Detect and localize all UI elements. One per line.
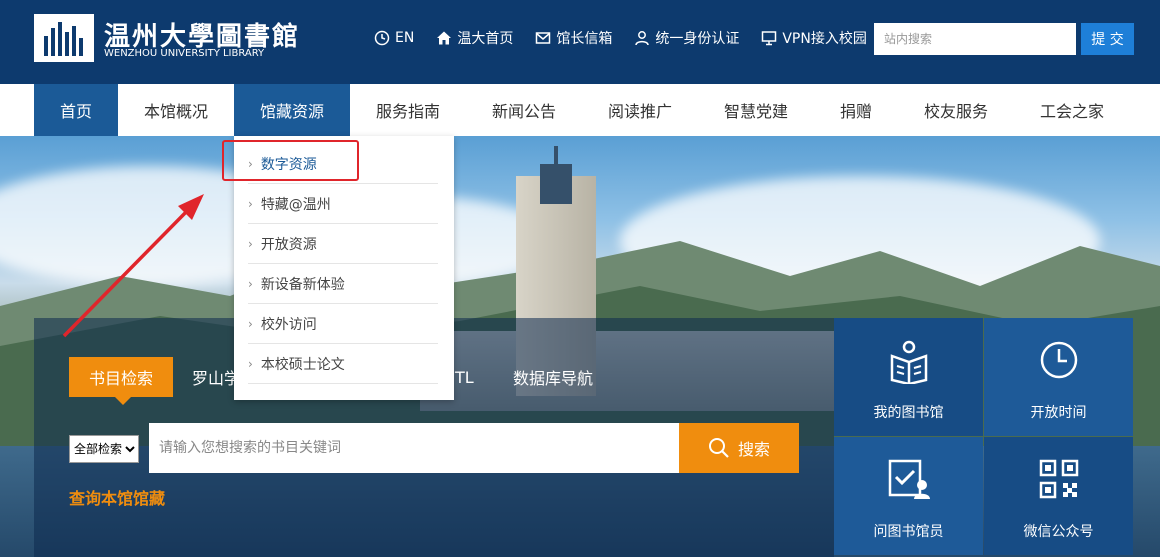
chevron-right-icon: › <box>248 236 253 251</box>
dropdown-item-label: 开放资源 <box>260 236 317 253</box>
tower-spire <box>554 146 558 168</box>
tile-label: 我的图书馆 <box>873 405 944 421</box>
tab-database-nav[interactable]: 数据库导航 <box>513 357 593 397</box>
tab-catalog-search[interactable]: 书目检索 <box>69 357 173 405</box>
catalog-keyword-input[interactable] <box>149 423 679 473</box>
dropdown-item-off-campus-access[interactable]: › 校外访问 <box>248 304 438 344</box>
nav-item-alumni[interactable]: 校友服务 <box>898 84 1014 136</box>
dropdown-item-new-equipment[interactable]: › 新设备新体验 <box>248 264 438 304</box>
clock-icon <box>1040 341 1077 379</box>
top-link-home[interactable]: 温大首页 <box>436 28 513 48</box>
dropdown-item-master-theses[interactable]: › 本校硕士论文 <box>248 344 438 384</box>
tile-my-library[interactable]: 我的图书馆 <box>834 318 983 436</box>
top-link-label: EN <box>395 30 415 46</box>
main-nav: 首页 本馆概况 馆藏资源 服务指南 新闻公告 阅读推广 智慧党建 捐赠 校友服务… <box>0 84 1160 136</box>
catalog-search-button[interactable]: 搜索 <box>679 423 799 473</box>
tile-wechat[interactable]: 微信公众号 <box>984 437 1133 555</box>
logo-mark-icon <box>34 14 94 62</box>
nav-item-about[interactable]: 本馆概况 <box>118 84 234 136</box>
mail-icon <box>536 32 551 44</box>
user-icon <box>635 31 650 46</box>
top-link-label: VPN接入校园 <box>782 31 867 47</box>
site-search-input[interactable] <box>874 23 1076 55</box>
search-scope-select[interactable]: 全部检索 <box>69 435 139 463</box>
site-header: 温州大學圖書館 WENZHOU UNIVERSITY LIBRARY EN 温大… <box>0 0 1160 84</box>
home-icon <box>437 31 452 45</box>
top-links: EN 温大首页 馆长信箱 统一身份认证 VPN接入校园 <box>374 27 889 49</box>
top-link-label: 馆长信箱 <box>556 31 613 47</box>
nav-item-reading[interactable]: 阅读推广 <box>582 84 698 136</box>
nav-item-party[interactable]: 智慧党建 <box>698 84 814 136</box>
top-link-vpn[interactable]: VPN接入校园 <box>761 28 867 48</box>
nav-item-news[interactable]: 新闻公告 <box>466 84 582 136</box>
monitor-icon <box>762 31 777 46</box>
tile-label: 开放时间 <box>1030 405 1087 421</box>
tower-top <box>540 164 572 204</box>
dropdown-item-label: 本校硕士论文 <box>260 356 345 373</box>
chevron-right-icon: › <box>248 356 253 371</box>
chevron-right-icon: › <box>248 276 253 291</box>
nav-item-donate[interactable]: 捐赠 <box>814 84 898 136</box>
ask-librarian-icon <box>888 459 930 499</box>
dropdown-item-label: 校外访问 <box>260 316 317 333</box>
tile-label: 问图书馆员 <box>873 524 944 540</box>
top-link-sso[interactable]: 统一身份认证 <box>634 28 739 48</box>
tab-tl[interactable]: TL <box>455 357 474 397</box>
query-collection-link[interactable]: 查询本馆馆藏 <box>69 485 165 509</box>
annotation-highlight-box <box>222 140 359 181</box>
nav-item-union[interactable]: 工会之家 <box>1014 84 1130 136</box>
logo-english-name: WENZHOU UNIVERSITY LIBRARY <box>104 48 265 59</box>
library-logo[interactable]: 温州大學圖書館 WENZHOU UNIVERSITY LIBRARY <box>34 14 298 62</box>
top-link-label: 温大首页 <box>457 31 514 47</box>
nav-item-home[interactable]: 首页 <box>34 84 118 136</box>
top-link-director-mail[interactable]: 馆长信箱 <box>535 28 612 48</box>
search-icon <box>708 438 729 458</box>
nav-item-collections[interactable]: 馆藏资源 <box>234 84 350 136</box>
top-link-en[interactable]: EN <box>374 30 414 46</box>
book-reader-icon <box>890 340 927 384</box>
chevron-right-icon: › <box>248 196 253 211</box>
catalog-search-label: 搜索 <box>737 440 770 459</box>
dropdown-item-open-resources[interactable]: › 开放资源 <box>248 224 438 264</box>
tab-luoshan[interactable]: 罗山学 <box>192 357 240 397</box>
dropdown-item-special-collections[interactable]: › 特藏@温州 <box>248 184 438 224</box>
top-link-label: 统一身份认证 <box>655 31 740 47</box>
tile-opening-hours[interactable]: 开放时间 <box>984 318 1133 436</box>
chevron-right-icon: › <box>248 316 253 331</box>
dropdown-item-label: 新设备新体验 <box>260 276 345 293</box>
qr-code-icon <box>1039 459 1078 499</box>
nav-item-service-guide[interactable]: 服务指南 <box>350 84 466 136</box>
site-search-submit-button[interactable]: 提 交 <box>1081 23 1134 55</box>
tile-ask-librarian[interactable]: 问图书馆员 <box>834 437 983 555</box>
dropdown-item-label: 特藏@温州 <box>260 196 331 213</box>
tile-label: 微信公众号 <box>1023 524 1094 540</box>
globe-icon <box>374 30 390 46</box>
